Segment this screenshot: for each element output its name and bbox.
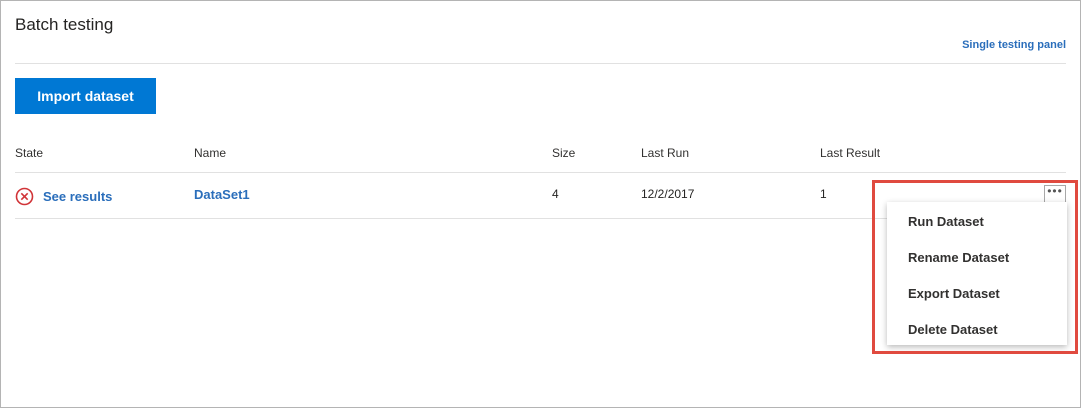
dataset-name-link[interactable]: DataSet1 <box>194 187 250 202</box>
ellipsis-icon: ••• <box>1047 184 1063 198</box>
size-cell: 4 <box>552 187 559 201</box>
page-title: Batch testing <box>15 15 114 34</box>
menu-item-export-dataset[interactable]: Export Dataset <box>887 276 1067 312</box>
last-run-cell: 12/2/2017 <box>641 187 695 201</box>
see-results-link[interactable]: See results <box>15 187 112 206</box>
menu-item-run-dataset[interactable]: Run Dataset <box>887 204 1067 240</box>
menu-item-rename-dataset[interactable]: Rename Dataset <box>887 240 1067 276</box>
column-header-last-result: Last Result <box>820 146 881 160</box>
error-circle-icon <box>15 187 34 206</box>
batch-testing-panel: Batch testing Single testing panel Impor… <box>0 0 1081 408</box>
more-options-button[interactable]: ••• <box>1044 185 1066 203</box>
menu-item-delete-dataset[interactable]: Delete Dataset <box>887 312 1067 348</box>
header-divider <box>15 172 1066 173</box>
column-header-size: Size <box>552 146 576 160</box>
single-testing-panel-link[interactable]: Single testing panel <box>962 39 1066 51</box>
column-header-last-run: Last Run <box>641 146 690 160</box>
last-result-cell: 1 <box>820 187 827 201</box>
column-header-state: State <box>15 146 44 160</box>
dataset-context-menu: Run Dataset Rename Dataset Export Datase… <box>887 202 1067 345</box>
column-header-name: Name <box>194 146 227 160</box>
see-results-label: See results <box>43 189 113 204</box>
divider <box>15 63 1066 64</box>
import-dataset-button[interactable]: Import dataset <box>15 78 156 114</box>
